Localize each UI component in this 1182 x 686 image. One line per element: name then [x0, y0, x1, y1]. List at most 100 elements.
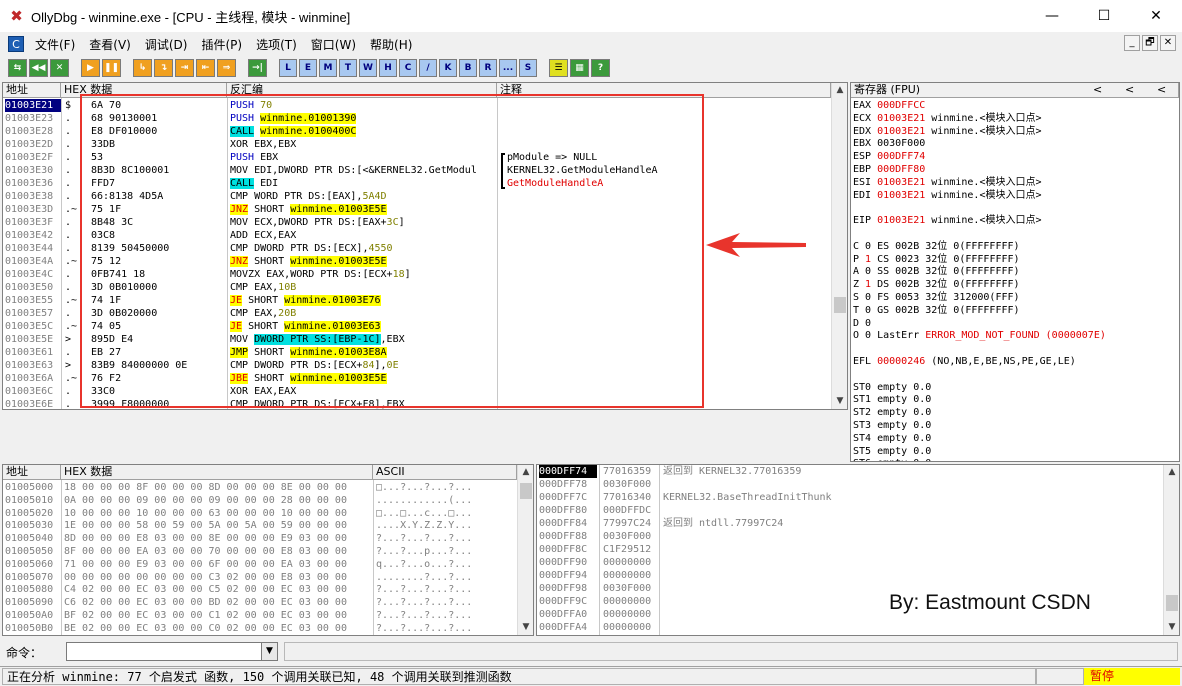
dump-scroll-up-icon[interactable]: ▲: [518, 465, 533, 480]
dump-row[interactable]: 01005070 00 00 00 00 00 00 00 00 C3 02 00…: [3, 571, 517, 584]
menu-debug[interactable]: 调试(D): [138, 36, 195, 53]
trace-into-icon[interactable]: ⇥: [175, 59, 194, 77]
register-line[interactable]: A 0 SS 002B 32位 0(FFFFFFFF): [853, 265, 1020, 278]
register-line[interactable]: ST4 empty 0.0: [853, 432, 931, 445]
stack-scroll-down-icon[interactable]: ▼: [1164, 620, 1179, 635]
dump-pane[interactable]: 地址 HEX 数据 ASCII 01005000 18 00 00 00 8F 0…: [2, 464, 534, 636]
dump-row[interactable]: 01005050 8F 00 00 00 EA 03 00 00 70 00 00…: [3, 545, 517, 558]
modules-window-button[interactable]: E: [299, 59, 317, 77]
memory-window-button[interactable]: M: [319, 59, 337, 77]
registers-pane[interactable]: 寄存器 (FPU) < < < EAX 000DFFCC ECX 01003E21…: [850, 82, 1180, 462]
disasm-row[interactable]: 01003E50. 3D 0B010000 CMP EAX,10B: [3, 281, 831, 294]
stack-row[interactable]: 000DFF84 77997C24 返回到 ntdll.77997C24: [537, 517, 1163, 530]
stack-row[interactable]: 000DFF88 0030F000: [537, 530, 1163, 543]
scroll-thumb[interactable]: [834, 297, 846, 313]
stack-row[interactable]: 000DFF94 00000000: [537, 569, 1163, 582]
register-line[interactable]: T 0 GS 002B 32位 0(FFFFFFFF): [853, 304, 1020, 317]
disasm-scrollbar[interactable]: ▲ ▼: [831, 83, 847, 409]
dump-col-header-ascii[interactable]: ASCII: [373, 465, 517, 480]
col-header-comment[interactable]: 注释: [497, 83, 831, 98]
mdi-minimize-button[interactable]: _: [1124, 35, 1140, 51]
disasm-row[interactable]: 01003E3D .~ 75 1F JNZ SHORT winmine.01003E5…: [3, 203, 831, 216]
dump-col-header-hex[interactable]: HEX 数据: [61, 465, 373, 480]
disasm-row[interactable]: 01003E2D. 33DB XOR EBX,EBX: [3, 138, 831, 151]
disasm-row[interactable]: 01003E38. 66:8138 4D5A CMP WORD PTR DS:[EA…: [3, 190, 831, 203]
dump-scrollbar[interactable]: ▲ ▼: [517, 465, 533, 635]
close-program-icon[interactable]: ✕: [50, 59, 69, 77]
disasm-row[interactable]: 01003E6E. 3999 F8000000 CMP DWORD PTR DS:[…: [3, 398, 831, 409]
register-line[interactable]: S 0 FS 0053 32位 312000(FFF): [853, 291, 1020, 304]
disasm-row[interactable]: 01003E2F. 53 PUSH EBX pModule => NULL: [3, 151, 831, 164]
source-window-button[interactable]: S: [519, 59, 537, 77]
reg-nav-left-icon[interactable]: <: [1093, 83, 1102, 97]
dump-row[interactable]: 01005020 10 00 00 00 10 00 00 00 63 00 00…: [3, 507, 517, 520]
register-line[interactable]: ST0 empty 0.0: [853, 381, 931, 394]
windows-window-button[interactable]: W: [359, 59, 377, 77]
dump-row[interactable]: 01005030 1E 00 00 00 58 00 59 00 5A 00 5A…: [3, 519, 517, 532]
restart-icon[interactable]: ◀◀: [29, 59, 48, 77]
menu-file[interactable]: 文件(F): [28, 36, 82, 53]
register-line[interactable]: EAX 000DFFCC: [853, 99, 925, 112]
execute-till-return-icon[interactable]: ⇒: [217, 59, 236, 77]
disasm-row[interactable]: 01003E63 >83B9 84000000 0E CMP DWORD PTR D…: [3, 359, 831, 372]
run-icon[interactable]: ▶: [81, 59, 100, 77]
minimize-button[interactable]: —: [1026, 0, 1078, 32]
dump-row[interactable]: 010050B0 BE 02 00 00 EC 03 00 00 C0 02 00…: [3, 622, 517, 635]
menu-options[interactable]: 选项(T): [249, 36, 304, 53]
dump-row[interactable]: 01005060 71 00 00 00 E9 03 00 00 6F 00 00…: [3, 558, 517, 571]
open-icon[interactable]: ⇆: [8, 59, 27, 77]
disasm-row[interactable]: 01003E28. E8 DF010000 CALL winmine.0100400…: [3, 125, 831, 138]
stack-row[interactable]: 000DFF78 0030F000: [537, 478, 1163, 491]
options-icon[interactable]: ▦: [570, 59, 589, 77]
disasm-row[interactable]: 01003E6C. 33C0 XOR EAX,EAX: [3, 385, 831, 398]
menu-view[interactable]: 查看(V): [82, 36, 138, 53]
list-icon[interactable]: ☰: [549, 59, 568, 77]
disasm-row[interactable]: 01003E6A .~ 76 F2 JBE SHORT winmine.01003E5…: [3, 372, 831, 385]
dump-scroll-thumb[interactable]: [520, 483, 532, 499]
command-input[interactable]: ▼: [66, 642, 278, 661]
disasm-row[interactable]: 01003E61. EB 27 JMP SHORT winmine.01003E8A: [3, 346, 831, 359]
stack-scroll-up-icon[interactable]: ▲: [1164, 465, 1179, 480]
dump-scroll-down-icon[interactable]: ▼: [518, 620, 533, 635]
disasm-row[interactable]: 01003E57. 3D 0B020000 CMP EAX,20B: [3, 307, 831, 320]
patches-window-button[interactable]: /: [419, 59, 437, 77]
register-line[interactable]: EFL 00000246 (NO,NB,E,BE,NS,PE,GE,LE): [853, 355, 1076, 368]
stack-scrollbar[interactable]: ▲ ▼: [1163, 465, 1179, 635]
register-line[interactable]: C 0 ES 002B 32位 0(FFFFFFFF): [853, 240, 1020, 253]
pause-icon[interactable]: ❚❚: [102, 59, 121, 77]
help-icon[interactable]: ?: [591, 59, 610, 77]
stack-row[interactable]: 000DFFA4 00000000: [537, 621, 1163, 634]
handles-window-button[interactable]: H: [379, 59, 397, 77]
stack-scroll-thumb[interactable]: [1166, 595, 1178, 611]
register-line[interactable]: ST5 empty 0.0: [853, 445, 931, 458]
maximize-button[interactable]: ☐: [1078, 0, 1130, 32]
register-line[interactable]: ESI 01003E21 winmine.<模块入口点>: [853, 176, 1042, 189]
call-stack-window-button[interactable]: K: [439, 59, 457, 77]
step-into-icon[interactable]: ↳: [133, 59, 152, 77]
register-line[interactable]: EDI 01003E21 winmine.<模块入口点>: [853, 189, 1042, 202]
dump-row[interactable]: 01005000 18 00 00 00 8F 00 00 00 8D 00 00…: [3, 481, 517, 494]
register-line[interactable]: ST1 empty 0.0: [853, 393, 931, 406]
col-header-hex[interactable]: HEX 数据: [61, 83, 227, 98]
register-line[interactable]: O 0 LastErr ERROR_MOD_NOT_FOUND (0000007…: [853, 329, 1106, 342]
cpu-window-button[interactable]: C: [399, 59, 417, 77]
trace-over-icon[interactable]: ⇤: [196, 59, 215, 77]
stack-row[interactable]: 000DFF7C 77016340 KERNEL32.BaseThreadInitT…: [537, 491, 1163, 504]
disasm-row[interactable]: 01003E5E >895D E4 MOV DWORD PTR SS:[EBP-1C…: [3, 333, 831, 346]
disasm-row[interactable]: 01003E36. FFD7 CALL EDI GetModuleHandleA: [3, 177, 831, 190]
dump-row[interactable]: 01005010 0A 00 00 00 09 00 00 00 09 00 00…: [3, 494, 517, 507]
disasm-row[interactable]: 01003E4C. 0FB741 18 MOVZX EAX,WORD PTR DS:…: [3, 268, 831, 281]
menu-help[interactable]: 帮助(H): [363, 36, 419, 53]
command-dropdown-icon[interactable]: ▼: [261, 643, 277, 660]
references-window-button[interactable]: R: [479, 59, 497, 77]
stack-row[interactable]: 000DFF74 77016359 返回到 KERNEL32.77016359: [537, 465, 1163, 478]
register-line[interactable]: Z 1 DS 002B 32位 0(FFFFFFFF): [853, 278, 1020, 291]
disasm-row[interactable]: 01003E30. 8B3D 8C100001 MOV EDI,DWORD PTR …: [3, 164, 831, 177]
register-line[interactable]: ST3 empty 0.0: [853, 419, 931, 432]
dump-row[interactable]: 010050A0 BF 02 00 00 EC 03 00 00 C1 02 00…: [3, 609, 517, 622]
stack-pane[interactable]: 000DFF74 77016359 返回到 KERNEL32.77016359 000…: [536, 464, 1180, 636]
menu-plugins[interactable]: 插件(P): [194, 36, 249, 53]
stack-row[interactable]: 000DFF90 00000000: [537, 556, 1163, 569]
dump-col-header-address[interactable]: 地址: [3, 465, 61, 480]
dump-row[interactable]: 01005040 8D 00 00 00 E8 03 00 00 8E 00 00…: [3, 532, 517, 545]
